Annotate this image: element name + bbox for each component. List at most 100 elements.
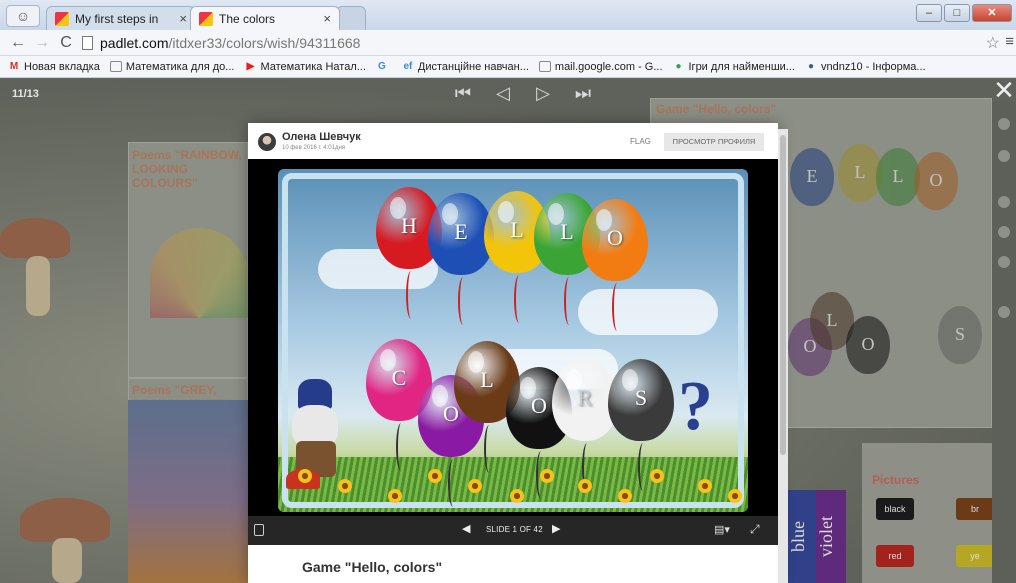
- mushroom-image: [20, 498, 110, 542]
- bookmark-label: Дистанційне навчан...: [417, 60, 529, 73]
- youtube-icon: ▶: [246, 61, 255, 72]
- bookmark-item[interactable]: ef Дистанційне навчан...: [402, 60, 529, 73]
- bookmark-item[interactable]: Математика для до...: [109, 61, 234, 73]
- bookmark-label: mail.google.com - G...: [554, 60, 663, 73]
- browser-profile-button[interactable]: ☺: [6, 5, 40, 27]
- balloon-string: [396, 423, 406, 471]
- balloon-image: O: [846, 316, 890, 374]
- previous-slide-icon[interactable]: ◀: [462, 522, 470, 535]
- new-tab-button[interactable]: [336, 6, 366, 30]
- forward-arrow-icon[interactable]: →: [32, 33, 52, 53]
- last-post-icon[interactable]: ⏭: [572, 82, 594, 104]
- flower-image: [428, 469, 442, 483]
- next-slide-icon[interactable]: ▶: [552, 522, 560, 535]
- bookmark-item[interactable]: M Новая вкладка: [8, 61, 100, 73]
- flower-image: [618, 489, 632, 503]
- gmail-icon: M: [9, 61, 19, 72]
- mushroom-image: [26, 256, 50, 316]
- page-icon: [538, 61, 551, 72]
- balloon-string: [638, 443, 648, 491]
- slides-icon[interactable]: [254, 524, 264, 536]
- balloon-image: E: [790, 148, 834, 206]
- slideshow-controls: ◀ SLIDE 1 OF 42 ▶ ▤▾ ⤢: [248, 516, 778, 545]
- share-icon[interactable]: [998, 196, 1010, 208]
- question-mark: ?: [678, 368, 713, 445]
- bookmark-item[interactable]: G: [376, 61, 392, 72]
- right-side-rail: [992, 102, 1016, 583]
- close-icon[interactable]: ×: [323, 7, 331, 31]
- info-icon[interactable]: [998, 226, 1010, 238]
- bookmark-item[interactable]: ▶ Математика Натал...: [244, 61, 366, 73]
- post-card-pictures[interactable]: Pictures black br red ye: [862, 443, 994, 583]
- balloon-image: O: [914, 152, 958, 210]
- maximize-button[interactable]: □: [944, 4, 970, 22]
- flower-image: [338, 479, 352, 493]
- add-icon[interactable]: [998, 118, 1010, 130]
- bookmark-item[interactable]: mail.google.com - G...: [538, 60, 663, 73]
- minimize-button[interactable]: –: [916, 4, 942, 22]
- user-icon[interactable]: [998, 150, 1010, 162]
- ef-icon: ef: [403, 61, 413, 72]
- tab-my-first-steps[interactable]: My first steps in English ×: [46, 6, 196, 50]
- settings-icon[interactable]: [998, 306, 1010, 318]
- chrome-icon: ●: [807, 61, 814, 72]
- tab-strip: ☺ My first steps in English × The colors…: [0, 0, 1016, 50]
- first-post-icon[interactable]: ⏮: [452, 82, 474, 104]
- author-name: Олена Шевчук: [282, 131, 361, 143]
- balloon-string: [484, 425, 494, 473]
- slide-image: HELLOCOLORS ?: [278, 169, 748, 512]
- post-date: 10 фев 2016 г. 4:01дня: [282, 145, 346, 151]
- bookmark-item[interactable]: ● Ігри для наймен­ши...: [673, 61, 795, 73]
- slide-counter: SLIDE 1 OF 42: [486, 525, 543, 534]
- address-bar[interactable]: padlet.com/itdxer33/colors/wish/94311668: [80, 32, 1000, 54]
- swatch-black: black: [876, 498, 914, 520]
- post-title: Game "Hello, colors": [302, 559, 443, 575]
- bookmark-item[interactable]: ● vndnz10 - Інформа...: [805, 61, 926, 73]
- fullscreen-icon[interactable]: ⤢: [750, 522, 760, 537]
- page-icon: [109, 61, 122, 72]
- scrollbar-thumb[interactable]: [780, 135, 786, 455]
- slide-menu-icon[interactable]: ▤▾: [714, 523, 730, 536]
- post-title-rainbow: Poems "RAINBOW, LOOKING COLOURS": [132, 148, 242, 190]
- bookmarks-bar: M Новая вкладка Математика для до... ▶ Матем…: [0, 56, 1016, 78]
- reload-icon[interactable]: C: [56, 33, 76, 53]
- close-icon[interactable]: ×: [179, 7, 187, 31]
- post-title-game: Game "Hello, colors": [656, 102, 777, 116]
- bookmark-label: Новая вкладка: [24, 60, 100, 73]
- balloon-image: S: [938, 306, 982, 364]
- balloon-string: [564, 277, 574, 325]
- tab-label: The colors: [219, 12, 276, 26]
- swatch-brown: br: [956, 498, 994, 520]
- blue-word-card: blue: [788, 490, 816, 583]
- google-icon: G: [378, 61, 386, 72]
- bookmark-label: vndnz10 - Інформа...: [820, 60, 926, 73]
- padlet-favicon: [55, 12, 69, 26]
- avatar[interactable]: [258, 133, 276, 151]
- menu-icon[interactable]: ≡: [1005, 33, 1014, 50]
- bookmark-star-icon[interactable]: ☆: [986, 33, 1000, 53]
- url-path: /itdxer33/colors/wish/94311668: [168, 35, 361, 51]
- close-viewer-icon[interactable]: ✕: [992, 78, 1016, 104]
- flag-link[interactable]: FLAG: [630, 137, 651, 146]
- post-counter: 11/13: [12, 88, 39, 100]
- flower-image: [468, 479, 482, 493]
- padlet-favicon: [199, 12, 213, 26]
- previous-post-icon[interactable]: ◁: [492, 82, 514, 104]
- mushroom-image: [52, 538, 82, 583]
- balloon-string: [514, 275, 524, 323]
- balloon-string: [612, 283, 622, 331]
- url-host: padlet.com: [100, 35, 169, 51]
- page-icon: [82, 36, 93, 50]
- window-close-button[interactable]: ✕: [972, 4, 1012, 22]
- tab-the-colors[interactable]: The colors ×: [190, 6, 340, 30]
- next-post-icon[interactable]: ▷: [532, 82, 554, 104]
- balloon-string: [448, 459, 458, 507]
- window-controls: – □ ✕: [916, 4, 1012, 22]
- help-icon[interactable]: [998, 256, 1010, 268]
- view-profile-button[interactable]: ПРОСМОТР ПРОФИЛЯ: [664, 133, 764, 151]
- flower-image: [540, 469, 554, 483]
- modal-scrollbar[interactable]: [778, 129, 788, 583]
- balloon-colors-5: S: [608, 359, 674, 441]
- back-arrow-icon[interactable]: ←: [8, 33, 28, 53]
- swatch-red: red: [876, 545, 914, 567]
